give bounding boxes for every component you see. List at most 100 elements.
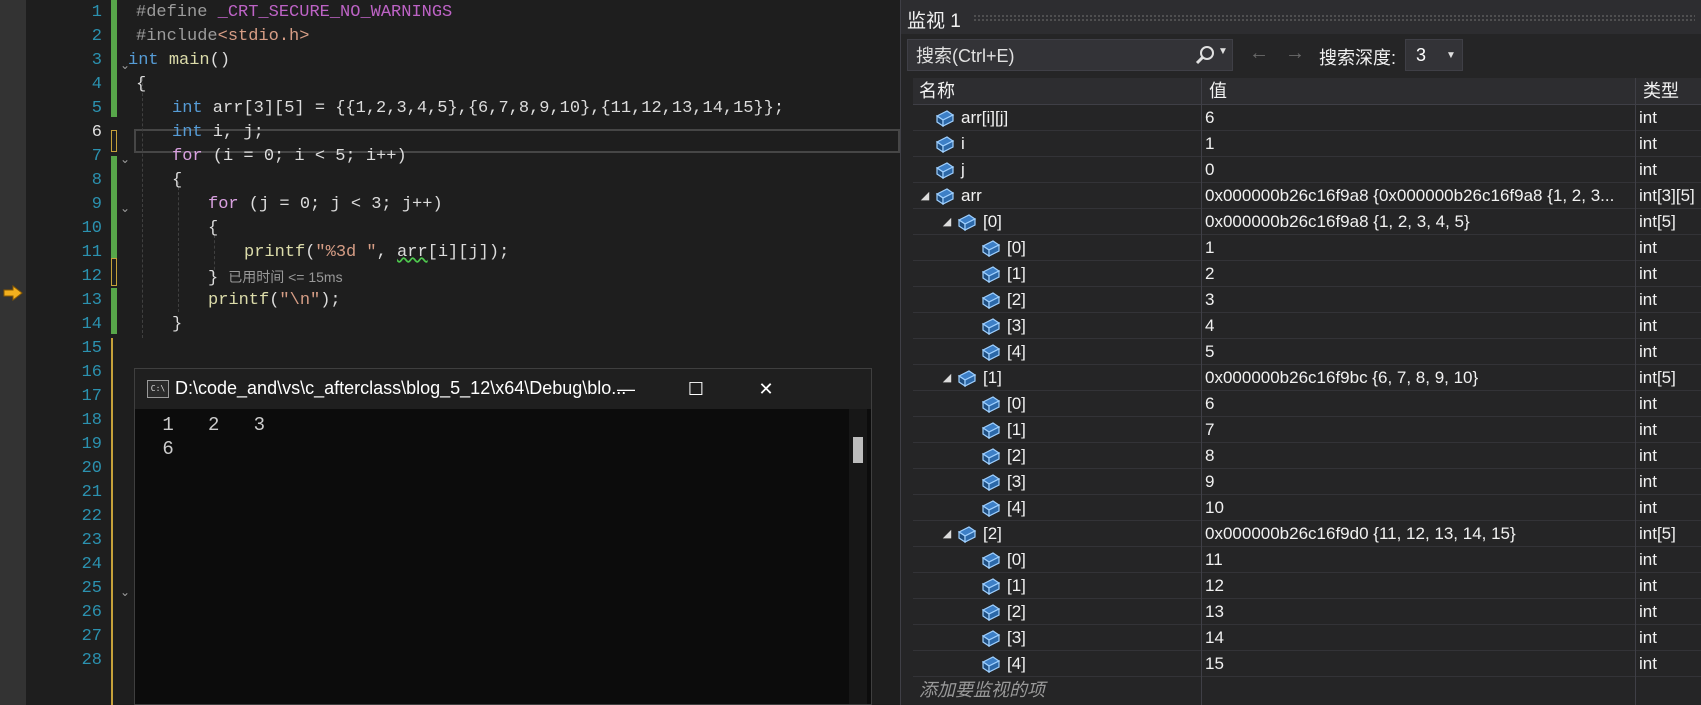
watch-row[interactable]: [3] 9 int — [913, 469, 1701, 495]
watch-value[interactable]: 13 — [1205, 599, 1633, 625]
watch-value[interactable]: 0x000000b26c16f9a8 {1, 2, 3, 4, 5} — [1205, 209, 1633, 235]
watch-name[interactable]: [2] — [1007, 599, 1026, 625]
watch-grid[interactable]: 名称 值 类型 arr[i][j] 6 int i 1 int j 0 int ◢ arr 0x000… — [913, 78, 1701, 705]
watch-row[interactable]: [1] 12 int — [913, 573, 1701, 599]
watch-row[interactable]: [1] 7 int — [913, 417, 1701, 443]
watch-row[interactable]: [2] 8 int — [913, 443, 1701, 469]
watch-name[interactable]: [4] — [1007, 339, 1026, 365]
watch-value[interactable]: 14 — [1205, 625, 1633, 651]
line-number: 5 — [91, 99, 102, 118]
expand-collapse-icon[interactable]: ◢ — [941, 209, 953, 235]
minimize-button[interactable]: — — [591, 369, 661, 409]
watch-value[interactable]: 15 — [1205, 651, 1633, 677]
watch-value[interactable]: 8 — [1205, 443, 1633, 469]
watch-row[interactable]: [0] 1 int — [913, 235, 1701, 261]
watch-row[interactable]: [1] 2 int — [913, 261, 1701, 287]
watch-name[interactable]: [2] — [983, 521, 1002, 547]
watch-name[interactable]: [0] — [1007, 235, 1026, 261]
console-window[interactable]: C:\ D:\code_and\vs\c_afterclass\blog_5_1… — [134, 368, 872, 705]
maximize-button[interactable]: ☐ — [661, 369, 731, 409]
watch-row[interactable]: [2] 3 int — [913, 287, 1701, 313]
perf-tip[interactable]: 已用时间 <= 15ms — [228, 269, 342, 285]
watch-value[interactable]: 10 — [1205, 495, 1633, 521]
watch-value[interactable]: 6 — [1205, 391, 1633, 417]
watch-name[interactable]: [0] — [983, 209, 1002, 235]
watch-row[interactable]: arr[i][j] 6 int — [913, 105, 1701, 131]
expand-collapse-icon[interactable]: ◢ — [919, 183, 931, 209]
watch-name[interactable]: [1] — [1007, 261, 1026, 287]
glyph-margin[interactable] — [0, 0, 26, 705]
watch-value[interactable]: 2 — [1205, 261, 1633, 287]
column-header-name[interactable]: 名称 — [919, 78, 955, 104]
watch-name[interactable]: [0] — [1007, 547, 1026, 573]
console-title-bar[interactable]: C:\ D:\code_and\vs\c_afterclass\blog_5_1… — [135, 369, 871, 409]
variable-object-icon — [935, 136, 955, 153]
watch-value[interactable]: 11 — [1205, 547, 1633, 573]
watch-value[interactable]: 0x000000b26c16f9d0 {11, 12, 13, 14, 15} — [1205, 521, 1633, 547]
watch-value[interactable]: 3 — [1205, 287, 1633, 313]
watch-value[interactable]: 5 — [1205, 339, 1633, 365]
watch-value[interactable]: 0 — [1205, 157, 1633, 183]
watch-name[interactable]: [0] — [1007, 391, 1026, 417]
watch-name[interactable]: [1] — [1007, 573, 1026, 599]
search-depth-value: 3 — [1416, 45, 1427, 65]
watch-row[interactable]: ◢ arr 0x000000b26c16f9a8 {0x000000b26c16f9… — [913, 183, 1701, 209]
watch-name[interactable]: [3] — [1007, 313, 1026, 339]
watch-value[interactable]: 7 — [1205, 417, 1633, 443]
search-back-arrow-icon[interactable]: ← — [1249, 42, 1269, 65]
add-watch-row[interactable]: 添加要监视的项 — [913, 677, 1701, 703]
watch-row[interactable]: [4] 15 int — [913, 651, 1701, 677]
expand-collapse-icon[interactable]: ◢ — [941, 521, 953, 547]
column-header-type[interactable]: 类型 — [1643, 78, 1679, 104]
console-scrollbar[interactable] — [849, 409, 867, 704]
expand-collapse-icon[interactable]: ◢ — [941, 365, 953, 391]
column-header-value[interactable]: 值 — [1209, 78, 1227, 104]
search-depth-select[interactable]: 3 ▼ — [1405, 39, 1463, 71]
watch-name[interactable]: [3] — [1007, 625, 1026, 651]
watch-name[interactable]: arr[i][j] — [961, 105, 1008, 131]
watch-name[interactable]: [2] — [1007, 287, 1026, 313]
watch-window[interactable]: 监视 1 ▼ ← → 搜索深度: 3 ▼ 名称 值 类型 arr[i][j]6i… — [900, 0, 1701, 705]
close-button[interactable]: ✕ — [731, 369, 801, 409]
watch-name[interactable]: [1] — [1007, 417, 1026, 443]
watch-value[interactable]: 1 — [1205, 131, 1633, 157]
watch-value[interactable]: 12 — [1205, 573, 1633, 599]
variable-object-icon — [981, 344, 1001, 361]
search-forward-arrow-icon[interactable]: → — [1285, 42, 1305, 65]
watch-row[interactable]: [3] 14 int — [913, 625, 1701, 651]
watch-name[interactable]: [1] — [983, 365, 1002, 391]
watch-name[interactable]: [3] — [1007, 469, 1026, 495]
search-icon[interactable] — [1194, 45, 1216, 67]
code-editor[interactable]: 1 2 3 4 5 6 7 8 9 10 11 12 13 14 15 16 17 18 19 20 21 22 23 24 2… — [0, 0, 900, 705]
watch-value[interactable]: 9 — [1205, 469, 1633, 495]
watch-name[interactable]: arr — [961, 183, 982, 209]
watch-title-bar[interactable]: 监视 1 — [901, 0, 1701, 34]
watch-row[interactable]: [4] 5 int — [913, 339, 1701, 365]
watch-row[interactable]: ◢ [1] 0x000000b26c16f9bc {6, 7, 8, 9, 10} i… — [913, 365, 1701, 391]
search-options-chevron-down-icon[interactable]: ▼ — [1218, 46, 1228, 57]
watch-name[interactable]: [4] — [1007, 651, 1026, 677]
search-input[interactable] — [908, 40, 1188, 72]
watch-row[interactable]: [0] 11 int — [913, 547, 1701, 573]
watch-row[interactable]: ◢ [0] 0x000000b26c16f9a8 {1, 2, 3, 4, 5} in… — [913, 209, 1701, 235]
variable-object-icon — [981, 396, 1001, 413]
watch-name[interactable]: [4] — [1007, 495, 1026, 521]
watch-row[interactable]: i 1 int — [913, 131, 1701, 157]
watch-row[interactable]: j 0 int — [913, 157, 1701, 183]
watch-value[interactable]: 1 — [1205, 235, 1633, 261]
search-box[interactable]: ▼ — [907, 39, 1233, 72]
watch-value[interactable]: 0x000000b26c16f9a8 {0x000000b26c16f9a8 {… — [1205, 183, 1633, 209]
watch-row[interactable]: [4] 10 int — [913, 495, 1701, 521]
watch-row[interactable]: [0] 6 int — [913, 391, 1701, 417]
watch-row[interactable]: [2] 13 int — [913, 599, 1701, 625]
watch-row[interactable]: [3] 4 int — [913, 313, 1701, 339]
drag-grip[interactable] — [973, 14, 1695, 22]
console-scrollbar-thumb[interactable] — [853, 437, 863, 463]
watch-value[interactable]: 6 — [1205, 105, 1633, 131]
watch-name[interactable]: j — [961, 157, 965, 183]
watch-name[interactable]: [2] — [1007, 443, 1026, 469]
watch-value[interactable]: 0x000000b26c16f9bc {6, 7, 8, 9, 10} — [1205, 365, 1633, 391]
watch-value[interactable]: 4 — [1205, 313, 1633, 339]
watch-row[interactable]: ◢ [2] 0x000000b26c16f9d0 {11, 12, 13, 14, … — [913, 521, 1701, 547]
watch-name[interactable]: i — [961, 131, 965, 157]
